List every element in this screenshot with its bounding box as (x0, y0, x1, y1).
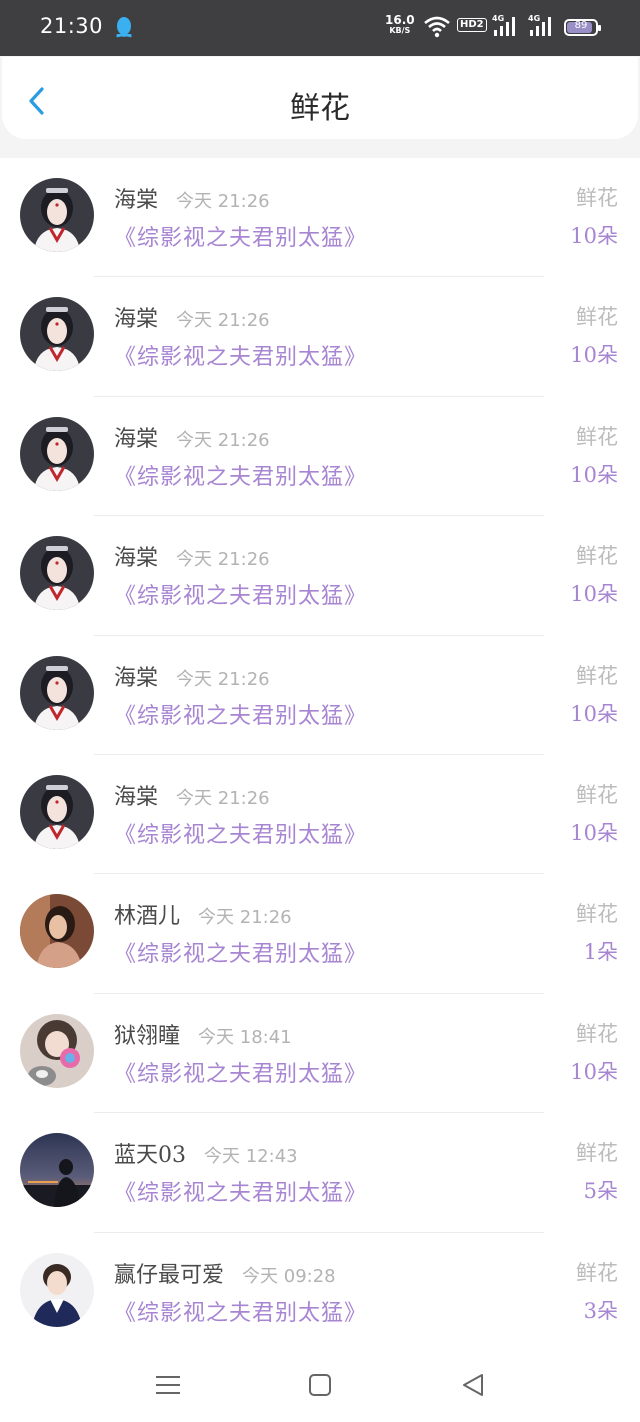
list-item[interactable]: 海棠 今天 21:26 《综影视之夫君别太猛》 鲜花 10朵 (0, 397, 640, 517)
sender-name: 海棠 (114, 188, 159, 213)
send-time: 今天 21:26 (176, 191, 270, 212)
gift-type: 鲜花 (576, 782, 618, 807)
book-title[interactable]: 《综影视之夫君别太猛》 (114, 698, 367, 730)
book-title[interactable]: 《综影视之夫君别太猛》 (114, 339, 367, 371)
book-title[interactable]: 《综影视之夫君别太猛》 (114, 578, 367, 610)
status-time: 21:30 (40, 14, 104, 38)
home-square-icon[interactable] (305, 1370, 335, 1400)
book-title[interactable]: 《综影视之夫君别太猛》 (114, 220, 367, 252)
avatar[interactable] (20, 1013, 94, 1088)
gift-count: 10朵 (570, 343, 618, 368)
gift-type: 鲜花 (576, 186, 618, 210)
send-time: 今天 21:26 (176, 787, 270, 809)
book-title[interactable]: 《综影视之夫君别太猛》 (114, 1295, 367, 1327)
gift-count: 3朵 (583, 1298, 618, 1323)
network-speed: 16.0 KB/S (385, 13, 415, 35)
avatar[interactable] (20, 774, 94, 849)
page-title: 鲜花 (290, 91, 350, 126)
book-title[interactable]: 《综影视之夫君别太猛》 (114, 936, 367, 968)
signal-sim1-icon: 4G (492, 14, 520, 38)
sender-line: 狱翎瞳 今天 18:41 (114, 1018, 292, 1050)
list-item[interactable]: 海棠 今天 21:26 《综影视之夫君别太猛》 鲜花 10朵 (0, 755, 640, 875)
sender-name: 赢仔最可爱 (114, 1262, 225, 1288)
list-item[interactable]: 海棠 今天 21:26 《综影视之夫君别太猛》 鲜花 10朵 (0, 516, 640, 636)
book-title[interactable]: 《综影视之夫君别太猛》 (114, 1175, 367, 1207)
gift-type: 鲜花 (576, 1260, 618, 1285)
avatar[interactable] (20, 536, 94, 611)
list-item[interactable]: 蓝天03 今天 12:43 《综影视之夫君别太猛》 鲜花 5朵 (0, 1113, 640, 1233)
sender-name: 狱翎瞳 (114, 1023, 181, 1049)
gift-count: 1朵 (583, 940, 618, 965)
gift-count: 10朵 (570, 1059, 618, 1084)
list-item[interactable]: 海棠 今天 21:26 《综影视之夫君别太猛》 鲜花 10朵 (0, 636, 640, 755)
avatar[interactable] (20, 894, 94, 969)
sender-line: 海棠 今天 21:26 (114, 421, 270, 453)
gift-type: 鲜花 (576, 1021, 618, 1046)
avatar[interactable] (20, 1252, 94, 1327)
gift-count: 10朵 (570, 701, 618, 726)
qq-penguin-icon (116, 17, 132, 38)
hd-voice-badge: HD2 (457, 18, 487, 32)
gift-count: 10朵 (570, 462, 618, 487)
send-time: 今天 18:41 (198, 1026, 292, 1048)
book-title[interactable]: 《综影视之夫君别太猛》 (114, 459, 367, 491)
top-app-bar: 鲜花 (2, 57, 638, 139)
gift-count: 10朵 (570, 820, 618, 845)
book-title[interactable]: 《综影视之夫君别太猛》 (114, 817, 367, 849)
menu-icon[interactable] (153, 1370, 183, 1400)
wifi-icon (424, 16, 450, 38)
gift-record-list: 海棠 今天 21:26 《综影视之夫君别太猛》 鲜花 10朵 海棠 今天 21:26… (0, 158, 640, 1348)
gift-type: 鲜花 (576, 305, 618, 330)
list-item[interactable]: 海棠 今天 21:26 《综影视之夫君别太猛》 鲜花 10朵 (0, 158, 640, 278)
sender-line: 海棠 今天 21:26 (114, 182, 270, 214)
send-time: 今天 21:26 (176, 429, 270, 451)
sender-name: 海棠 (114, 426, 159, 452)
signal-sim2-icon: 4G (528, 14, 556, 38)
list-item[interactable]: 海棠 今天 21:26 《综影视之夫君别太猛》 鲜花 10朵 (0, 277, 640, 397)
sender-line: 林酒儿 今天 21:26 (114, 898, 292, 930)
sender-name: 海棠 (114, 784, 159, 810)
status-bar: 21:30 16.0 KB/S HD2 4G 4G 89 (0, 0, 640, 56)
sender-name: 林酒儿 (114, 904, 181, 930)
avatar[interactable] (20, 1133, 94, 1208)
sender-line: 海棠 今天 21:26 (114, 779, 270, 811)
sender-name: 海棠 (114, 665, 159, 691)
send-time: 今天 21:26 (198, 907, 292, 929)
sender-name: 海棠 (114, 307, 159, 333)
list-item[interactable]: 狱翎瞳 今天 18:41 《综影视之夫君别太猛》 鲜花 10朵 (0, 994, 640, 1114)
list-item[interactable]: 赢仔最可爱 今天 09:28 《综影视之夫君别太猛》 鲜花 3朵 (0, 1233, 640, 1352)
sender-name: 蓝天03 (114, 1143, 186, 1169)
gift-count: 10朵 (570, 224, 618, 248)
back-triangle-icon[interactable] (458, 1370, 488, 1400)
sender-line: 赢仔最可爱 今天 09:28 (114, 1257, 336, 1289)
list-item[interactable]: 林酒儿 今天 21:26 《综影视之夫君别太猛》 鲜花 1朵 (0, 874, 640, 994)
book-title[interactable]: 《综影视之夫君别太猛》 (114, 1056, 367, 1088)
battery-icon: 89 (564, 19, 601, 36)
sender-line: 海棠 今天 21:26 (114, 540, 270, 572)
send-time: 今天 21:26 (176, 668, 270, 690)
avatar[interactable] (20, 178, 94, 252)
send-time: 今天 12:43 (204, 1146, 298, 1168)
gift-type: 鲜花 (576, 1141, 618, 1166)
gift-type: 鲜花 (576, 544, 618, 569)
send-time: 今天 21:26 (176, 310, 270, 332)
avatar[interactable] (20, 655, 94, 730)
avatar[interactable] (20, 297, 94, 372)
sender-line: 海棠 今天 21:26 (114, 660, 270, 692)
sender-line: 蓝天03 今天 12:43 (114, 1137, 298, 1169)
avatar[interactable] (20, 416, 94, 491)
send-time: 今天 21:26 (176, 549, 270, 571)
gift-count: 5朵 (583, 1179, 618, 1204)
gift-type: 鲜花 (576, 424, 618, 449)
gift-type: 鲜花 (576, 663, 618, 688)
sender-name: 海棠 (114, 546, 159, 572)
send-time: 今天 09:28 (242, 1265, 336, 1287)
gift-type: 鲜花 (576, 902, 618, 927)
system-nav-bar (0, 1348, 640, 1422)
gift-count: 10朵 (570, 582, 618, 607)
sender-line: 海棠 今天 21:26 (114, 301, 270, 333)
